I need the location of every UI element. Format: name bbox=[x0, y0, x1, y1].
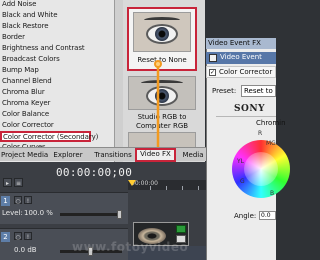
window-tabs: Project Media Explorer Transitions Video… bbox=[0, 147, 206, 162]
preset-row: Preset: Reset to N bbox=[206, 84, 276, 98]
track-header-video[interactable]: 1 ○ ! Level: 100.0 % bbox=[0, 192, 128, 224]
tab-explorer[interactable]: Explorer bbox=[52, 149, 84, 161]
color-wheel-center bbox=[244, 152, 278, 186]
fx-item-color-corrector[interactable]: Color Corrector bbox=[2, 120, 120, 130]
fx-chain-label: Video Event bbox=[220, 53, 262, 61]
section-label-chrominance: Chromin bbox=[256, 119, 286, 127]
fx-item-broadcast-colors[interactable]: Broadcast Colors bbox=[2, 54, 120, 64]
preset-select[interactable]: Reset to N bbox=[241, 85, 276, 97]
wheel-label-yl: YL bbox=[237, 158, 245, 165]
tab-project-media[interactable]: Project Media bbox=[1, 149, 48, 161]
fx-item-border[interactable]: Border bbox=[2, 32, 120, 42]
fx-chain-bar[interactable]: Video Event bbox=[206, 52, 276, 64]
ruler-tick bbox=[166, 186, 167, 190]
fx-chain-icon[interactable] bbox=[209, 54, 217, 62]
angle-label: Angle: bbox=[234, 212, 257, 220]
timecode-display: 00:00:00;00 bbox=[56, 166, 133, 179]
solo-button[interactable]: ! bbox=[24, 196, 32, 205]
mute-button[interactable]: ○ bbox=[14, 232, 22, 241]
fx-item-channel-blend[interactable]: Channel Blend bbox=[2, 76, 120, 86]
wheel-label-mg: MG bbox=[266, 140, 276, 147]
level-slider[interactable] bbox=[60, 210, 122, 219]
ruler-tick bbox=[182, 186, 183, 190]
iris-image bbox=[155, 26, 169, 41]
event-fx-icon[interactable] bbox=[176, 225, 186, 233]
wheel-label-r: R bbox=[258, 130, 263, 137]
tab-media[interactable]: Media bbox=[181, 149, 205, 161]
track-number: 1 bbox=[1, 196, 10, 206]
angle-input[interactable]: 0.0 bbox=[259, 211, 276, 220]
effect-name: Color Corrector bbox=[219, 68, 273, 76]
effect-row[interactable]: ✓ Color Corrector bbox=[206, 66, 276, 78]
wheel-label-g: G bbox=[240, 178, 245, 185]
tab-transitions[interactable]: Transitions bbox=[93, 149, 133, 161]
ruler-tick bbox=[150, 186, 151, 190]
fx-item-add-noise[interactable]: Add Noise bbox=[2, 0, 120, 9]
level-label: Level: bbox=[2, 209, 23, 217]
tab-video-fx[interactable]: Video FX bbox=[135, 148, 176, 162]
divider bbox=[216, 116, 276, 117]
effect-enabled-checkbox[interactable]: ✓ bbox=[209, 69, 216, 76]
track-number: 2 bbox=[1, 232, 10, 242]
ruler-tick bbox=[198, 186, 199, 190]
preset-label: Preset: bbox=[212, 87, 237, 95]
window-title: Video Event FX bbox=[206, 38, 276, 49]
fx-item-chroma-blur[interactable]: Chroma Blur bbox=[2, 87, 120, 97]
level-value[interactable]: 100.0 % bbox=[24, 209, 53, 217]
watermark-text: www.fotoyvideo bbox=[72, 240, 189, 254]
expand-track-button[interactable]: ▸ bbox=[3, 178, 12, 187]
volume-value[interactable]: 0.0 dB bbox=[14, 246, 37, 254]
fx-item-brightness-contrast[interactable]: Brightness and Contrast bbox=[2, 43, 120, 53]
fx-item-bump-map[interactable]: Bump Map bbox=[2, 65, 120, 75]
fx-item-black-restore[interactable]: Black Restore bbox=[2, 21, 120, 31]
video-fx-list: Add Noise Black and White Black Restore … bbox=[0, 0, 123, 163]
wheel-label-b: B bbox=[270, 190, 275, 197]
fx-item-chroma-keyer[interactable]: Chroma Keyer bbox=[2, 98, 120, 108]
fx-item-color-corrector-secondary[interactable]: Color Corrector (Secondary) bbox=[0, 131, 98, 142]
level-slider-knob[interactable] bbox=[117, 210, 122, 219]
fx-item-color-balance[interactable]: Color Balance bbox=[2, 109, 120, 119]
mute-button[interactable]: ○ bbox=[14, 196, 22, 205]
fx-item-black-and-white[interactable]: Black and White bbox=[2, 10, 120, 20]
fx-list-scrollbar[interactable] bbox=[114, 0, 123, 163]
track-list-button[interactable]: ≡ bbox=[14, 178, 23, 187]
solo-button[interactable]: ! bbox=[24, 232, 32, 241]
eyebrow-image bbox=[144, 16, 180, 23]
playhead-marker-icon[interactable] bbox=[128, 180, 136, 186]
sony-logo: SONY bbox=[234, 104, 265, 114]
